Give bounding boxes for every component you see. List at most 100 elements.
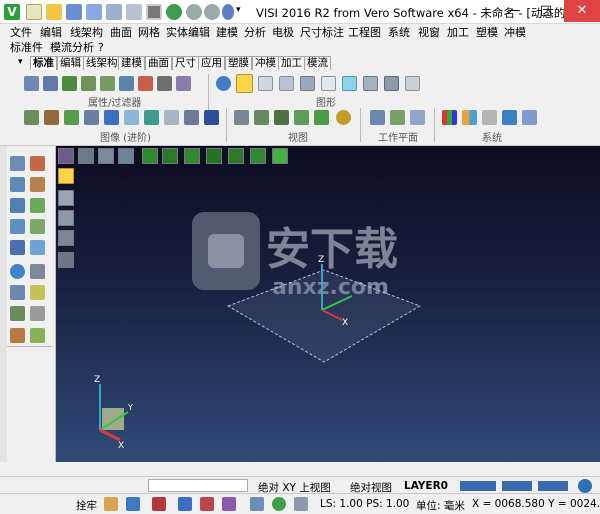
layer-icon[interactable] <box>43 76 58 91</box>
palette-icon[interactable] <box>442 110 457 125</box>
menu-item-surface[interactable]: 曲面 <box>110 26 132 40</box>
cube-icon[interactable] <box>204 110 219 125</box>
view-pan-icon[interactable] <box>254 110 269 125</box>
clip-icon[interactable] <box>164 110 179 125</box>
save-icon[interactable] <box>66 4 82 20</box>
menu-item-mesh[interactable]: 网格 <box>138 26 160 40</box>
close-button[interactable]: ✕ <box>564 0 600 22</box>
workplane-icon[interactable] <box>370 110 385 125</box>
menu-item-standard-parts[interactable]: 标准件 <box>10 41 43 55</box>
left-tool-mirror-icon[interactable] <box>10 240 25 255</box>
filter-icon[interactable] <box>62 76 77 91</box>
tab-plastic[interactable]: 塑膜 <box>225 56 252 70</box>
texture-icon[interactable] <box>44 110 59 125</box>
status-tool-icon[interactable] <box>104 497 118 511</box>
new-file-icon[interactable] <box>26 4 42 20</box>
section-icon[interactable] <box>124 110 139 125</box>
save-as-icon[interactable] <box>86 4 102 20</box>
undo-icon[interactable] <box>186 4 202 20</box>
select-icon[interactable] <box>81 76 96 91</box>
redo-icon[interactable] <box>204 4 220 20</box>
left-dock-strip[interactable] <box>0 146 7 462</box>
refresh-icon[interactable] <box>272 497 286 511</box>
tab-dimension[interactable]: 尺寸 <box>172 56 199 70</box>
shaded-edges-icon[interactable] <box>300 76 315 91</box>
tab-dropdown-icon[interactable]: ▾ <box>18 57 23 67</box>
status-tool-icon[interactable] <box>200 497 214 511</box>
view-rotate-icon[interactable] <box>234 110 249 125</box>
left-tool-box-icon[interactable] <box>30 264 45 279</box>
status-tool-icon[interactable] <box>126 497 140 511</box>
view-fit-icon[interactable] <box>274 110 289 125</box>
menu-item-mold[interactable]: 塑模 <box>476 26 498 40</box>
tab-edit[interactable]: 编辑 <box>57 56 84 70</box>
menu-item-machining[interactable]: 加工 <box>447 26 469 40</box>
menu-item-window[interactable]: 视窗 <box>418 26 440 40</box>
background-icon[interactable] <box>184 110 199 125</box>
menu-item-file[interactable]: 文件 <box>10 26 32 40</box>
status-tool-icon[interactable] <box>250 497 264 511</box>
menu-item-analysis[interactable]: 分析 <box>244 26 266 40</box>
left-tool-check-icon[interactable] <box>30 198 45 213</box>
hidden-line-icon[interactable] <box>279 76 294 91</box>
maximize-button[interactable]: □ <box>532 0 560 22</box>
tab-flow[interactable]: 模流 <box>304 56 331 70</box>
left-tool-arc-icon[interactable] <box>10 177 25 192</box>
tab-modeling[interactable]: 建模 <box>118 56 145 70</box>
menu-item-modeling[interactable]: 建模 <box>216 26 238 40</box>
3d-viewport[interactable]: 安下载 anxz.com Z X Z Y X <box>56 146 600 462</box>
left-tool-rotate-icon[interactable] <box>10 264 25 279</box>
tab-machining[interactable]: 加工 <box>278 56 305 70</box>
grid-icon[interactable] <box>502 110 517 125</box>
left-tool-ruler-icon[interactable] <box>30 285 45 300</box>
material-icon[interactable] <box>176 76 191 91</box>
left-tool-grab-icon[interactable] <box>30 328 45 343</box>
tab-surface[interactable]: 曲面 <box>145 56 172 70</box>
tab-apply[interactable]: 应用 <box>198 56 225 70</box>
camera-icon[interactable] <box>84 110 99 125</box>
tab-die[interactable]: 冲模 <box>252 56 279 70</box>
import-icon[interactable] <box>106 4 122 20</box>
command-input[interactable] <box>148 479 248 492</box>
menu-item-flow-analysis[interactable]: 模流分析 <box>50 41 94 55</box>
workplane-move-icon[interactable] <box>390 110 405 125</box>
settings-icon[interactable] <box>482 110 497 125</box>
tab-wireframe[interactable]: 线架构 <box>83 56 121 70</box>
color-scheme-icon[interactable] <box>462 110 477 125</box>
status-tool-icon[interactable] <box>294 497 308 511</box>
left-tool-move-icon[interactable] <box>10 198 25 213</box>
light-icon[interactable] <box>64 110 79 125</box>
left-tool-offset-icon[interactable] <box>30 219 45 234</box>
left-tool-line-icon[interactable] <box>30 156 45 171</box>
status-color-block[interactable] <box>502 481 532 491</box>
hide-icon[interactable] <box>100 76 115 91</box>
linetype-icon[interactable] <box>157 76 172 91</box>
cube-icon[interactable] <box>222 497 236 511</box>
layer-name[interactable]: LAYER0 <box>404 480 448 492</box>
wire-cylinder-icon[interactable] <box>258 76 273 91</box>
coord-mode[interactable]: 绝对 XY 上视图 <box>258 480 331 495</box>
workplane-set-icon[interactable] <box>410 110 425 125</box>
refresh-icon[interactable] <box>222 4 234 20</box>
left-tool-copy-icon[interactable] <box>10 219 25 234</box>
view-zoom-icon[interactable] <box>294 110 309 125</box>
regenerate-icon[interactable] <box>216 76 231 91</box>
menu-item-electrode[interactable]: 电极 <box>272 26 294 40</box>
left-tool-point-icon[interactable] <box>10 156 25 171</box>
scene-icon[interactable] <box>144 110 159 125</box>
shaded-cylinder-icon[interactable] <box>236 74 253 93</box>
silhouette-icon[interactable] <box>384 76 399 91</box>
print-icon[interactable] <box>146 4 162 20</box>
transparent-icon[interactable] <box>321 76 336 91</box>
left-tool-undo-icon[interactable] <box>30 306 45 321</box>
show-icon[interactable] <box>119 76 134 91</box>
gear-icon[interactable] <box>522 110 537 125</box>
zoom-icon[interactable] <box>166 4 182 20</box>
menu-item-edit[interactable]: 编辑 <box>40 26 62 40</box>
image-icon[interactable] <box>24 110 39 125</box>
menu-item-system[interactable]: 系统 <box>388 26 410 40</box>
menu-item-dimension[interactable]: 尺寸标注 <box>300 26 344 40</box>
export-icon[interactable] <box>126 4 142 20</box>
globe-icon[interactable] <box>578 479 592 493</box>
menu-item-die[interactable]: 冲模 <box>504 26 526 40</box>
